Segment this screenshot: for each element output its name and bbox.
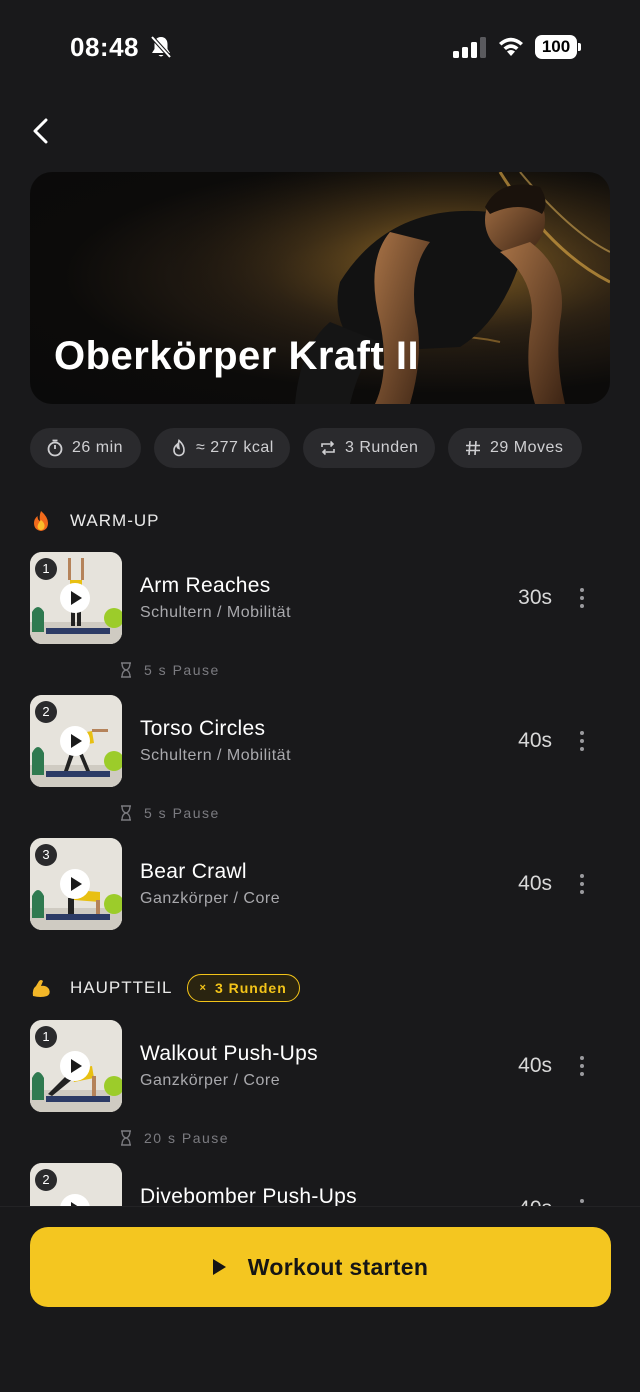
- rounds-badge: × 3 Runden: [186, 974, 300, 1002]
- exercise-duration: 40s: [518, 1054, 552, 1077]
- start-workout-label: Workout starten: [247, 1253, 429, 1280]
- exercise-thumbnail[interactable]: 3: [30, 838, 122, 930]
- exercise-number: 2: [35, 701, 57, 723]
- play-icon: [212, 1259, 226, 1275]
- section-main-label: HAUPTTEIL: [70, 978, 173, 997]
- exercise-name: Torso Circles: [140, 717, 266, 740]
- exercise-thumbnail[interactable]: 1: [30, 552, 122, 644]
- more-vertical-icon[interactable]: [578, 1056, 586, 1078]
- more-vertical-icon[interactable]: [578, 874, 586, 896]
- exercise-list: WARM-UP 1 Arm Reaches Schultern / Mobili…: [0, 0, 640, 1207]
- exercise-name: Bear Crawl: [140, 860, 247, 883]
- exercise-category: Schultern / Mobilität: [140, 604, 292, 621]
- exercise-duration: 40s: [518, 729, 552, 752]
- exercise-name: Divebomber Push-Ups: [140, 1185, 357, 1207]
- section-main: HAUPTTEIL × 3 Runden: [30, 972, 300, 1004]
- exercise-thumbnail[interactable]: 1: [30, 1020, 122, 1112]
- exercise-row-torso-circles[interactable]: 2 Torso Circles Schultern / Mobilität 40…: [30, 695, 610, 787]
- exercise-row-arm-reaches[interactable]: 1 Arm Reaches Schultern / Mobilität 30s: [30, 552, 610, 644]
- more-vertical-icon[interactable]: [578, 588, 586, 610]
- exercise-row-walkout-push-ups[interactable]: 1 Walkout Push-Ups Ganzkörper / Core 40s: [30, 1020, 610, 1112]
- exercise-number: 2: [35, 1169, 57, 1191]
- exercise-row-divebomber-push-ups[interactable]: 2 Divebomber Push-Ups 40s: [30, 1163, 610, 1207]
- pause-label: 5 s Pause: [144, 805, 220, 821]
- exercise-category: Ganzkörper / Core: [140, 1072, 281, 1089]
- hourglass-icon: [121, 805, 131, 821]
- play-icon[interactable]: [60, 726, 90, 756]
- exercise-number: 3: [35, 844, 57, 866]
- rounds-badge-prefix: ×: [199, 982, 207, 994]
- exercise-category: Schultern / Mobilität: [140, 747, 292, 764]
- exercise-number: 1: [35, 558, 57, 580]
- pause-label: 5 s Pause: [144, 662, 220, 678]
- flexed-biceps-emoji-icon: [32, 980, 50, 997]
- start-workout-button[interactable]: Workout starten: [30, 1227, 611, 1307]
- exercise-number: 1: [35, 1026, 57, 1048]
- rounds-badge-label: 3 Runden: [214, 980, 287, 996]
- section-warmup-label: WARM-UP: [70, 511, 160, 530]
- pause-row: 5 s Pause: [120, 803, 220, 823]
- play-icon[interactable]: [60, 1051, 90, 1081]
- hourglass-icon: [121, 662, 131, 678]
- exercise-name: Arm Reaches: [140, 574, 271, 597]
- exercise-category: Ganzkörper / Core: [140, 890, 281, 907]
- play-icon[interactable]: [60, 869, 90, 899]
- exercise-thumbnail[interactable]: 2: [30, 1163, 122, 1207]
- exercise-duration: 40s: [518, 872, 552, 895]
- exercise-row-bear-crawl[interactable]: 3 Bear Crawl Ganzkörper / Core 40s: [30, 838, 610, 930]
- exercise-name: Walkout Push-Ups: [140, 1042, 318, 1065]
- pause-label: 20 s Pause: [144, 1130, 230, 1146]
- pause-row: 5 s Pause: [120, 660, 220, 680]
- more-vertical-icon[interactable]: [578, 731, 586, 753]
- fire-emoji-icon: [34, 511, 48, 531]
- play-icon[interactable]: [60, 583, 90, 613]
- exercise-duration: 30s: [518, 586, 552, 609]
- hourglass-icon: [121, 1130, 131, 1146]
- pause-row: 20 s Pause: [120, 1128, 229, 1148]
- section-warmup: WARM-UP: [30, 505, 159, 537]
- exercise-thumbnail[interactable]: 2: [30, 695, 122, 787]
